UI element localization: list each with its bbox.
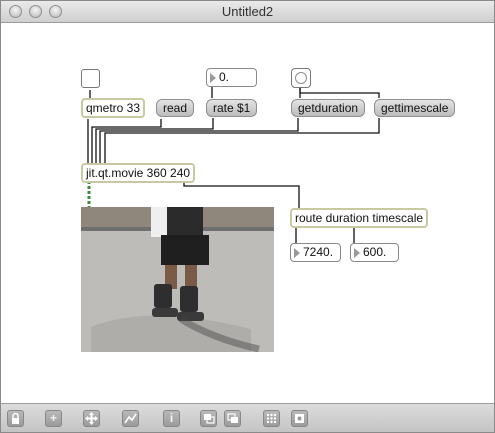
duration-number-value: 7240.	[303, 245, 334, 259]
jit-movie-object[interactable]: jit.qt.movie 360 240	[81, 163, 196, 183]
rate-number-box[interactable]: 0.	[206, 68, 257, 87]
route-label: route duration timescale	[295, 211, 424, 225]
add-icon[interactable]: +	[45, 410, 62, 427]
number-triangle-icon	[294, 248, 300, 258]
route-object[interactable]: route duration timescale	[290, 208, 429, 228]
bang-circle-icon	[295, 72, 307, 84]
number-triangle-icon	[210, 73, 216, 83]
rate-message[interactable]: rate $1	[206, 99, 258, 117]
read-label: read	[163, 101, 188, 115]
toggle[interactable]	[81, 69, 100, 88]
video-frame-image	[81, 207, 274, 352]
title-bar: Untitled2	[1, 1, 494, 23]
inspector-icon[interactable]	[122, 410, 139, 427]
getduration-message[interactable]: getduration	[291, 99, 366, 117]
patcher-toolbar: + i	[1, 403, 494, 432]
getduration-label: getduration	[298, 101, 359, 115]
grid-icon[interactable]	[263, 410, 280, 427]
move-icon[interactable]	[83, 410, 100, 427]
gettimescale-label: gettimescale	[381, 101, 449, 115]
window-alt-icon[interactable]	[224, 410, 241, 427]
qmetro-object[interactable]: qmetro 33	[81, 98, 146, 118]
rate-number-value: 0.	[219, 70, 230, 84]
patcher-window: Untitled2 0. qmetro 33 read rate $1 getd…	[0, 0, 495, 433]
patcher-canvas[interactable]: 0. qmetro 33 read rate $1 getduration ge…	[1, 23, 494, 405]
timescale-number-value: 600.	[363, 245, 387, 259]
video-display[interactable]	[81, 207, 274, 352]
snap-icon[interactable]	[291, 410, 308, 427]
bang-button[interactable]	[291, 68, 311, 88]
number-triangle-icon	[354, 248, 360, 258]
window-title: Untitled2	[221, 4, 274, 19]
jit-movie-label: jit.qt.movie 360 240	[86, 166, 191, 180]
read-message[interactable]: read	[156, 99, 195, 117]
rate-label: rate $1	[213, 101, 251, 115]
qmetro-label: qmetro 33	[86, 101, 141, 115]
gettimescale-message[interactable]: gettimescale	[374, 99, 456, 117]
info-icon[interactable]: i	[163, 410, 180, 427]
window-icon[interactable]	[200, 410, 217, 427]
timescale-number-box[interactable]: 600.	[350, 243, 399, 262]
lock-icon[interactable]	[7, 410, 24, 427]
duration-number-box[interactable]: 7240.	[290, 243, 341, 262]
